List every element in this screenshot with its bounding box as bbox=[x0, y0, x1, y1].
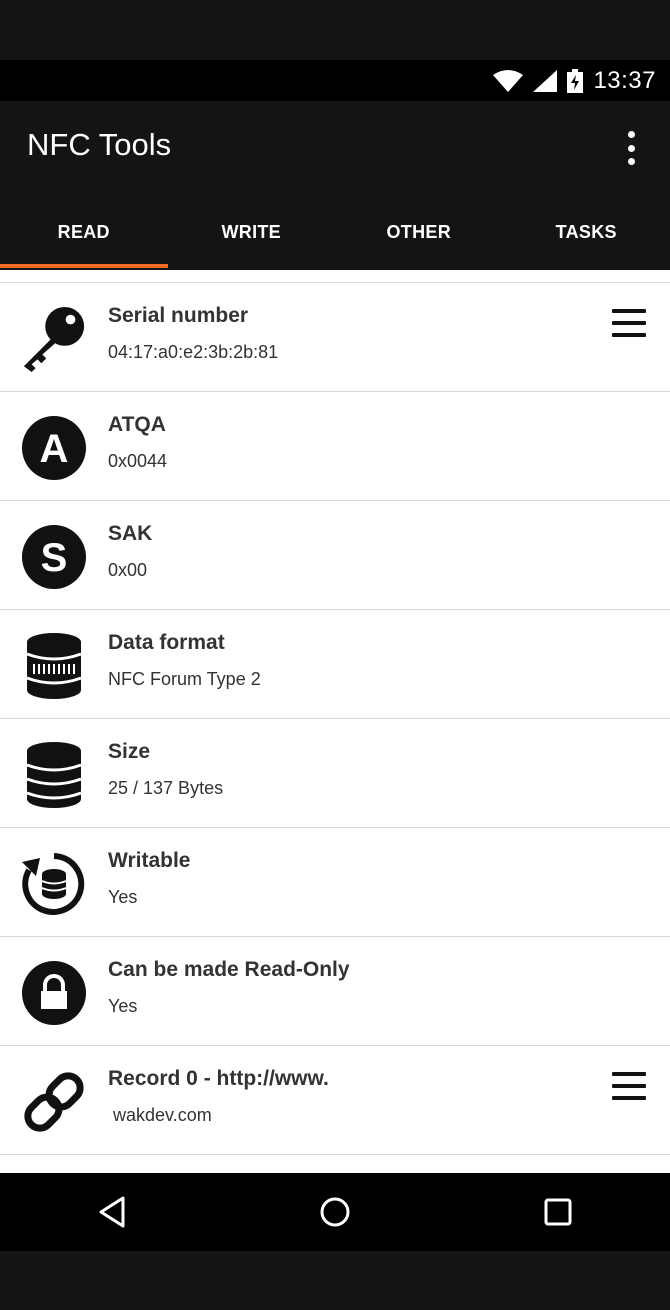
list-item-writable[interactable]: Writable Yes bbox=[0, 828, 670, 937]
list-top-divider bbox=[0, 270, 670, 283]
list-item-read-only[interactable]: Can be made Read-Only Yes bbox=[0, 937, 670, 1046]
tab-tasks[interactable]: TASKS bbox=[503, 199, 670, 264]
navigation-bar bbox=[0, 1173, 670, 1251]
svg-text:S: S bbox=[41, 536, 68, 580]
row-title: Size bbox=[108, 740, 151, 763]
overflow-menu-button[interactable] bbox=[616, 131, 646, 165]
row-value: Yes bbox=[108, 996, 138, 1016]
row-title: Record 0 - http://www. bbox=[108, 1067, 329, 1090]
bottom-filler bbox=[0, 1251, 670, 1310]
row-menu-icon[interactable] bbox=[612, 309, 646, 337]
row-title: Data format bbox=[108, 631, 225, 654]
row-title: Can be made Read-Only bbox=[108, 958, 350, 981]
lock-icon bbox=[20, 959, 88, 1027]
letter-a-icon: A bbox=[20, 414, 88, 482]
top-filler bbox=[0, 0, 670, 60]
tab-write[interactable]: WRITE bbox=[168, 199, 336, 264]
row-title: SAK bbox=[108, 522, 153, 545]
letter-s-icon: S bbox=[20, 523, 88, 591]
list-item-serial-number[interactable]: Serial number 04:17:a0:e2:3b:2b:81 bbox=[0, 283, 670, 392]
app-title: NFC Tools bbox=[27, 127, 172, 162]
row-value: 0x0044 bbox=[108, 451, 168, 471]
row-value: 0x00 bbox=[108, 560, 148, 580]
list-item-atqa[interactable]: A ATQA 0x0044 bbox=[0, 392, 670, 501]
row-value: wakdev.com bbox=[108, 1105, 212, 1125]
app-bar: NFC Tools READ WRITE OTHER TASKS bbox=[0, 101, 670, 270]
overflow-dot bbox=[627, 144, 635, 152]
key-icon bbox=[20, 305, 88, 373]
svg-text:A: A bbox=[40, 427, 69, 471]
recents-icon[interactable] bbox=[528, 1182, 588, 1242]
cell-signal-icon bbox=[533, 69, 558, 92]
overflow-dot bbox=[627, 158, 635, 165]
row-value: NFC Forum Type 2 bbox=[108, 669, 261, 689]
database-format-icon bbox=[20, 632, 88, 700]
list-item-size[interactable]: Size 25 / 137 Bytes bbox=[0, 719, 670, 828]
status-time: 13:37 bbox=[593, 66, 656, 94]
rewrite-database-icon bbox=[20, 850, 88, 918]
row-title: ATQA bbox=[108, 413, 166, 436]
database-icon bbox=[20, 741, 88, 809]
tab-read[interactable]: READ bbox=[0, 199, 168, 268]
row-value: 04:17:a0:e2:3b:2b:81 bbox=[108, 342, 279, 362]
status-bar: 13:37 bbox=[0, 60, 670, 101]
battery-charging-icon bbox=[567, 68, 584, 93]
back-icon[interactable] bbox=[82, 1182, 142, 1242]
row-title: Serial number bbox=[108, 304, 249, 327]
tag-info-list: Serial number 04:17:a0:e2:3b:2b:81 A ATQ… bbox=[0, 270, 670, 1173]
list-item-sak[interactable]: S SAK 0x00 bbox=[0, 501, 670, 610]
row-menu-icon[interactable] bbox=[612, 1072, 646, 1100]
overflow-dot bbox=[627, 131, 635, 138]
tab-other[interactable]: OTHER bbox=[335, 199, 503, 264]
list-item-data-format[interactable]: Data format NFC Forum Type 2 bbox=[0, 610, 670, 719]
row-value: 25 / 137 Bytes bbox=[108, 778, 224, 798]
list-item-record-0[interactable]: Record 0 - http://www. wakdev.com bbox=[0, 1046, 670, 1155]
tab-bar: READ WRITE OTHER TASKS bbox=[0, 199, 670, 268]
row-value: Yes bbox=[108, 887, 138, 907]
wifi-icon bbox=[493, 69, 524, 92]
home-icon[interactable] bbox=[305, 1182, 365, 1242]
row-title: Writable bbox=[108, 849, 191, 872]
link-icon bbox=[20, 1068, 88, 1136]
